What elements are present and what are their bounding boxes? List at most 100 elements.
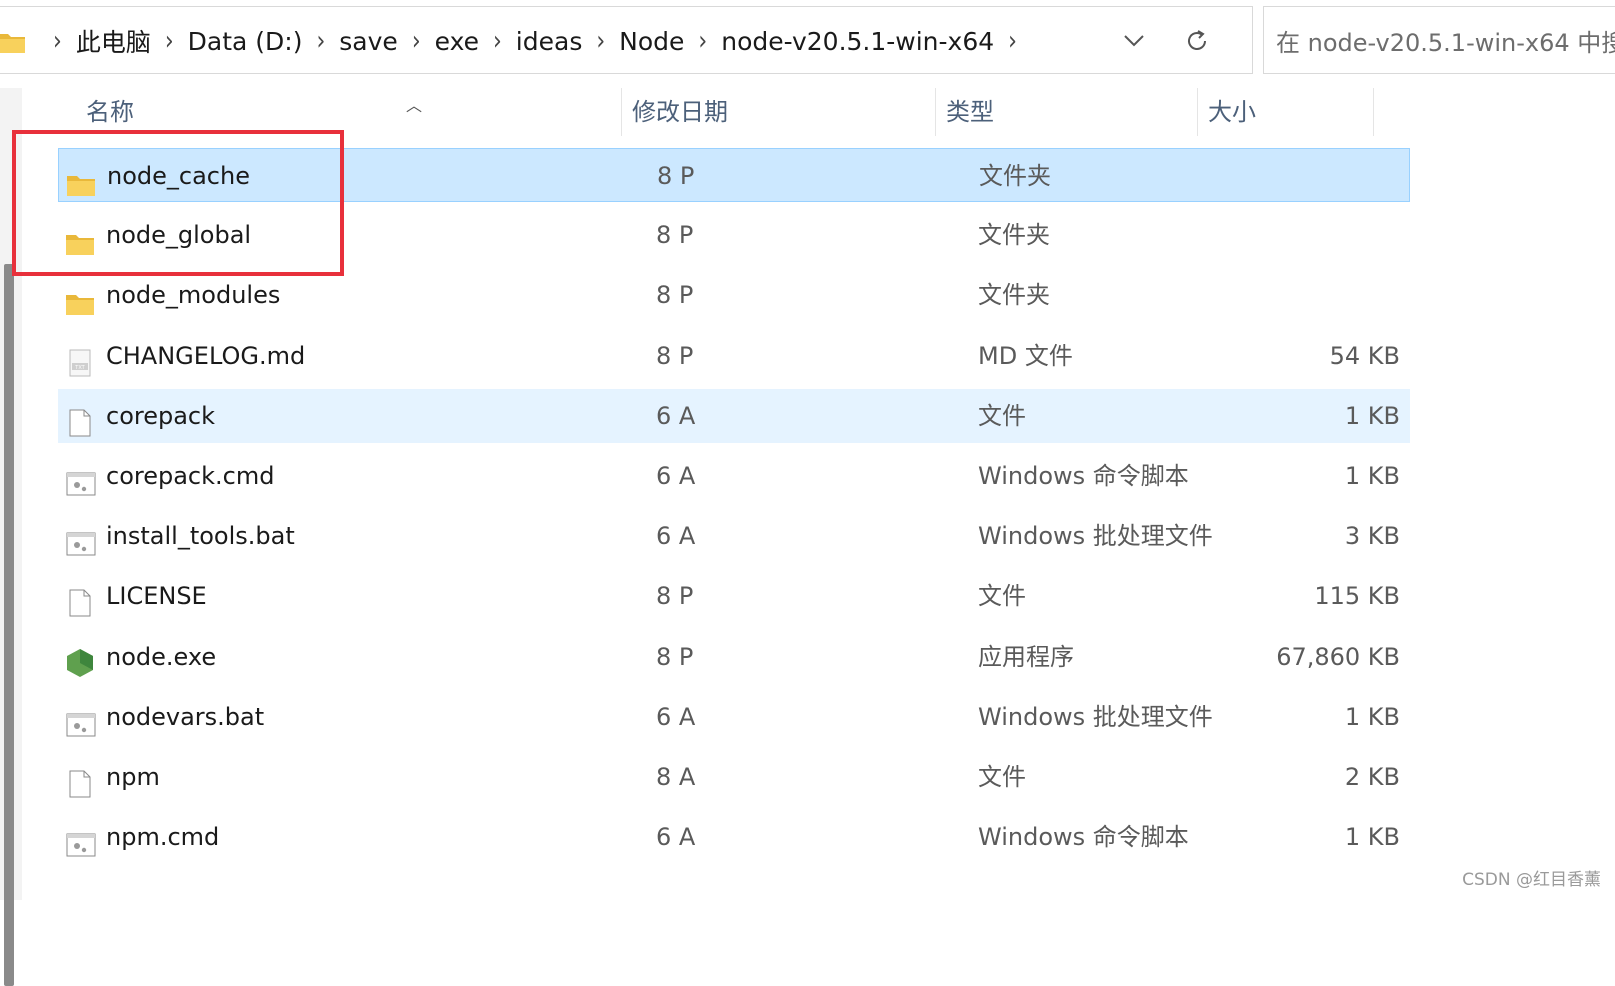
breadcrumb-item-exe[interactable]: exe: [435, 27, 479, 56]
file-row[interactable]: npm 8 A 文件 2 KB: [58, 750, 1410, 804]
file-size: 3 KB: [1344, 522, 1400, 551]
address-toolbar: › 此电脑 › Data (D:) › save › exe › ideas ›…: [0, 0, 1615, 80]
breadcrumb-item-node[interactable]: Node: [619, 27, 684, 56]
chevron-right-icon[interactable]: ›: [412, 26, 421, 56]
chevron-right-icon[interactable]: ›: [165, 26, 174, 56]
breadcrumb-item-drive[interactable]: Data (D:): [188, 27, 303, 56]
file-name: npm: [106, 763, 160, 791]
address-bar[interactable]: › 此电脑 › Data (D:) › save › exe › ideas ›…: [0, 6, 1253, 74]
script-file-icon: [66, 462, 96, 496]
script-file-icon: [66, 823, 96, 857]
file-row[interactable]: node_modules 8 P 文件夹: [58, 268, 1410, 322]
column-header-type[interactable]: 类型: [936, 88, 1198, 136]
file-type: 文件夹: [978, 281, 1050, 310]
file-row[interactable]: TXT CHANGELOG.md 8 P MD 文件 54 KB: [58, 329, 1410, 383]
script-file-icon: [66, 522, 96, 556]
address-history-dropdown[interactable]: [1114, 21, 1154, 61]
file-row[interactable]: npm.cmd 6 A Windows 命令脚本 1 KB: [58, 810, 1410, 864]
script-file-icon: [66, 703, 96, 737]
chevron-right-icon[interactable]: ›: [1008, 26, 1017, 56]
file-row[interactable]: corepack 6 A 文件 1 KB: [58, 388, 1410, 443]
file-row[interactable]: nodevars.bat 6 A Windows 批处理文件 1 KB: [58, 690, 1410, 744]
file-type: Windows 批处理文件: [978, 702, 1213, 731]
file-name: node.exe: [106, 642, 217, 671]
file-name: npm.cmd: [106, 823, 220, 852]
file-name: CHANGELOG.md: [106, 341, 306, 370]
search-input[interactable]: 在 node-v20.5.1-win-x64 中搜索: [1263, 6, 1615, 74]
file-date: 8 P: [656, 281, 694, 310]
sort-ascending-icon: ︿: [406, 96, 423, 115]
file-type: 文件: [978, 582, 1026, 611]
node-hexagon-icon: [66, 643, 94, 677]
column-header-size-label: 大小: [1208, 98, 1256, 126]
file-type: 文件: [978, 763, 1026, 791]
file-type: Windows 批处理文件: [978, 522, 1213, 551]
file-size: 1 KB: [1344, 702, 1400, 731]
file-type: 文件: [978, 401, 1026, 430]
file-row[interactable]: corepack.cmd 6 A Windows 命令脚本 1 KB: [58, 449, 1410, 503]
refresh-icon: [1188, 30, 1206, 50]
file-name: install_tools.bat: [106, 522, 295, 551]
file-type: MD 文件: [978, 341, 1073, 370]
file-name: corepack: [106, 401, 216, 430]
file-date: 6 A: [656, 823, 696, 852]
blank-file-icon: [66, 582, 94, 617]
column-header-date[interactable]: 修改日期: [622, 88, 936, 136]
file-row[interactable]: LICENSE 8 P 文件 115 KB: [58, 569, 1410, 623]
column-header-size[interactable]: 大小: [1198, 88, 1374, 136]
chevron-right-icon: ›: [53, 26, 62, 56]
file-size: 115 KB: [1314, 582, 1400, 611]
breadcrumb-item-this-pc[interactable]: 此电脑: [76, 23, 151, 59]
column-header-type-label: 类型: [946, 98, 994, 126]
file-size: 1 KB: [1344, 462, 1400, 490]
folder-icon: [66, 281, 94, 316]
file-row[interactable]: node.exe 8 P 应用程序 67,860 KB: [58, 630, 1410, 684]
file-name: corepack.cmd: [106, 462, 275, 490]
chevron-right-icon[interactable]: ›: [698, 26, 707, 56]
breadcrumb-item-node-version[interactable]: node-v20.5.1-win-x64: [721, 27, 994, 56]
blank-file-icon: [66, 763, 94, 798]
column-header-name-label: 名称: [86, 98, 134, 126]
breadcrumb: › 此电脑 › Data (D:) › save › exe › ideas ›…: [0, 7, 1031, 75]
file-name: nodevars.bat: [106, 702, 265, 731]
text-file-icon: TXT: [66, 342, 94, 377]
file-size: 1 KB: [1344, 401, 1400, 430]
chevron-down-icon: [1124, 35, 1144, 47]
file-date: 6 A: [656, 522, 696, 551]
file-type: 文件夹: [978, 221, 1050, 250]
folder-icon: [0, 30, 25, 53]
svg-text:TXT: TXT: [74, 365, 85, 371]
file-type: Windows 命令脚本: [978, 823, 1189, 852]
file-date: 6 A: [656, 702, 696, 731]
annotation-highlight-box: [12, 130, 344, 276]
file-name: node_modules: [106, 281, 281, 310]
file-size: 1 KB: [1344, 823, 1400, 852]
breadcrumb-item-ideas[interactable]: ideas: [516, 27, 583, 56]
search-placeholder: 在 node-v20.5.1-win-x64 中搜索: [1276, 28, 1615, 57]
file-size: 54 KB: [1329, 341, 1400, 370]
file-date: 8 P: [656, 582, 694, 611]
file-name: LICENSE: [106, 582, 207, 611]
file-date: 8 P: [656, 642, 694, 671]
file-date: 8 P: [656, 221, 694, 250]
file-type: 文件夹: [979, 162, 1051, 190]
chevron-right-icon[interactable]: ›: [493, 26, 502, 56]
blank-file-icon: [66, 402, 94, 437]
file-size: 2 KB: [1344, 763, 1400, 791]
file-row[interactable]: install_tools.bat 6 A Windows 批处理文件 3 KB: [58, 509, 1410, 563]
file-type: Windows 命令脚本: [978, 462, 1189, 490]
breadcrumb-item-save[interactable]: save: [339, 27, 398, 56]
chevron-right-icon[interactable]: ›: [596, 26, 605, 56]
file-type: 应用程序: [978, 642, 1074, 671]
file-date: 8 P: [656, 341, 694, 370]
file-date: 8 P: [657, 162, 695, 190]
column-header-row: 名称 ︿ 修改日期 类型 大小: [24, 88, 1414, 136]
file-date: 8 A: [656, 763, 696, 791]
refresh-button[interactable]: [1177, 21, 1217, 61]
chevron-right-icon[interactable]: ›: [316, 26, 325, 56]
column-header-name[interactable]: 名称 ︿: [76, 88, 622, 136]
file-date: 6 A: [656, 401, 696, 430]
watermark: CSDN @红目香薰: [1462, 870, 1601, 890]
navigation-scrollbar[interactable]: [4, 264, 14, 986]
column-header-date-label: 修改日期: [632, 98, 728, 126]
